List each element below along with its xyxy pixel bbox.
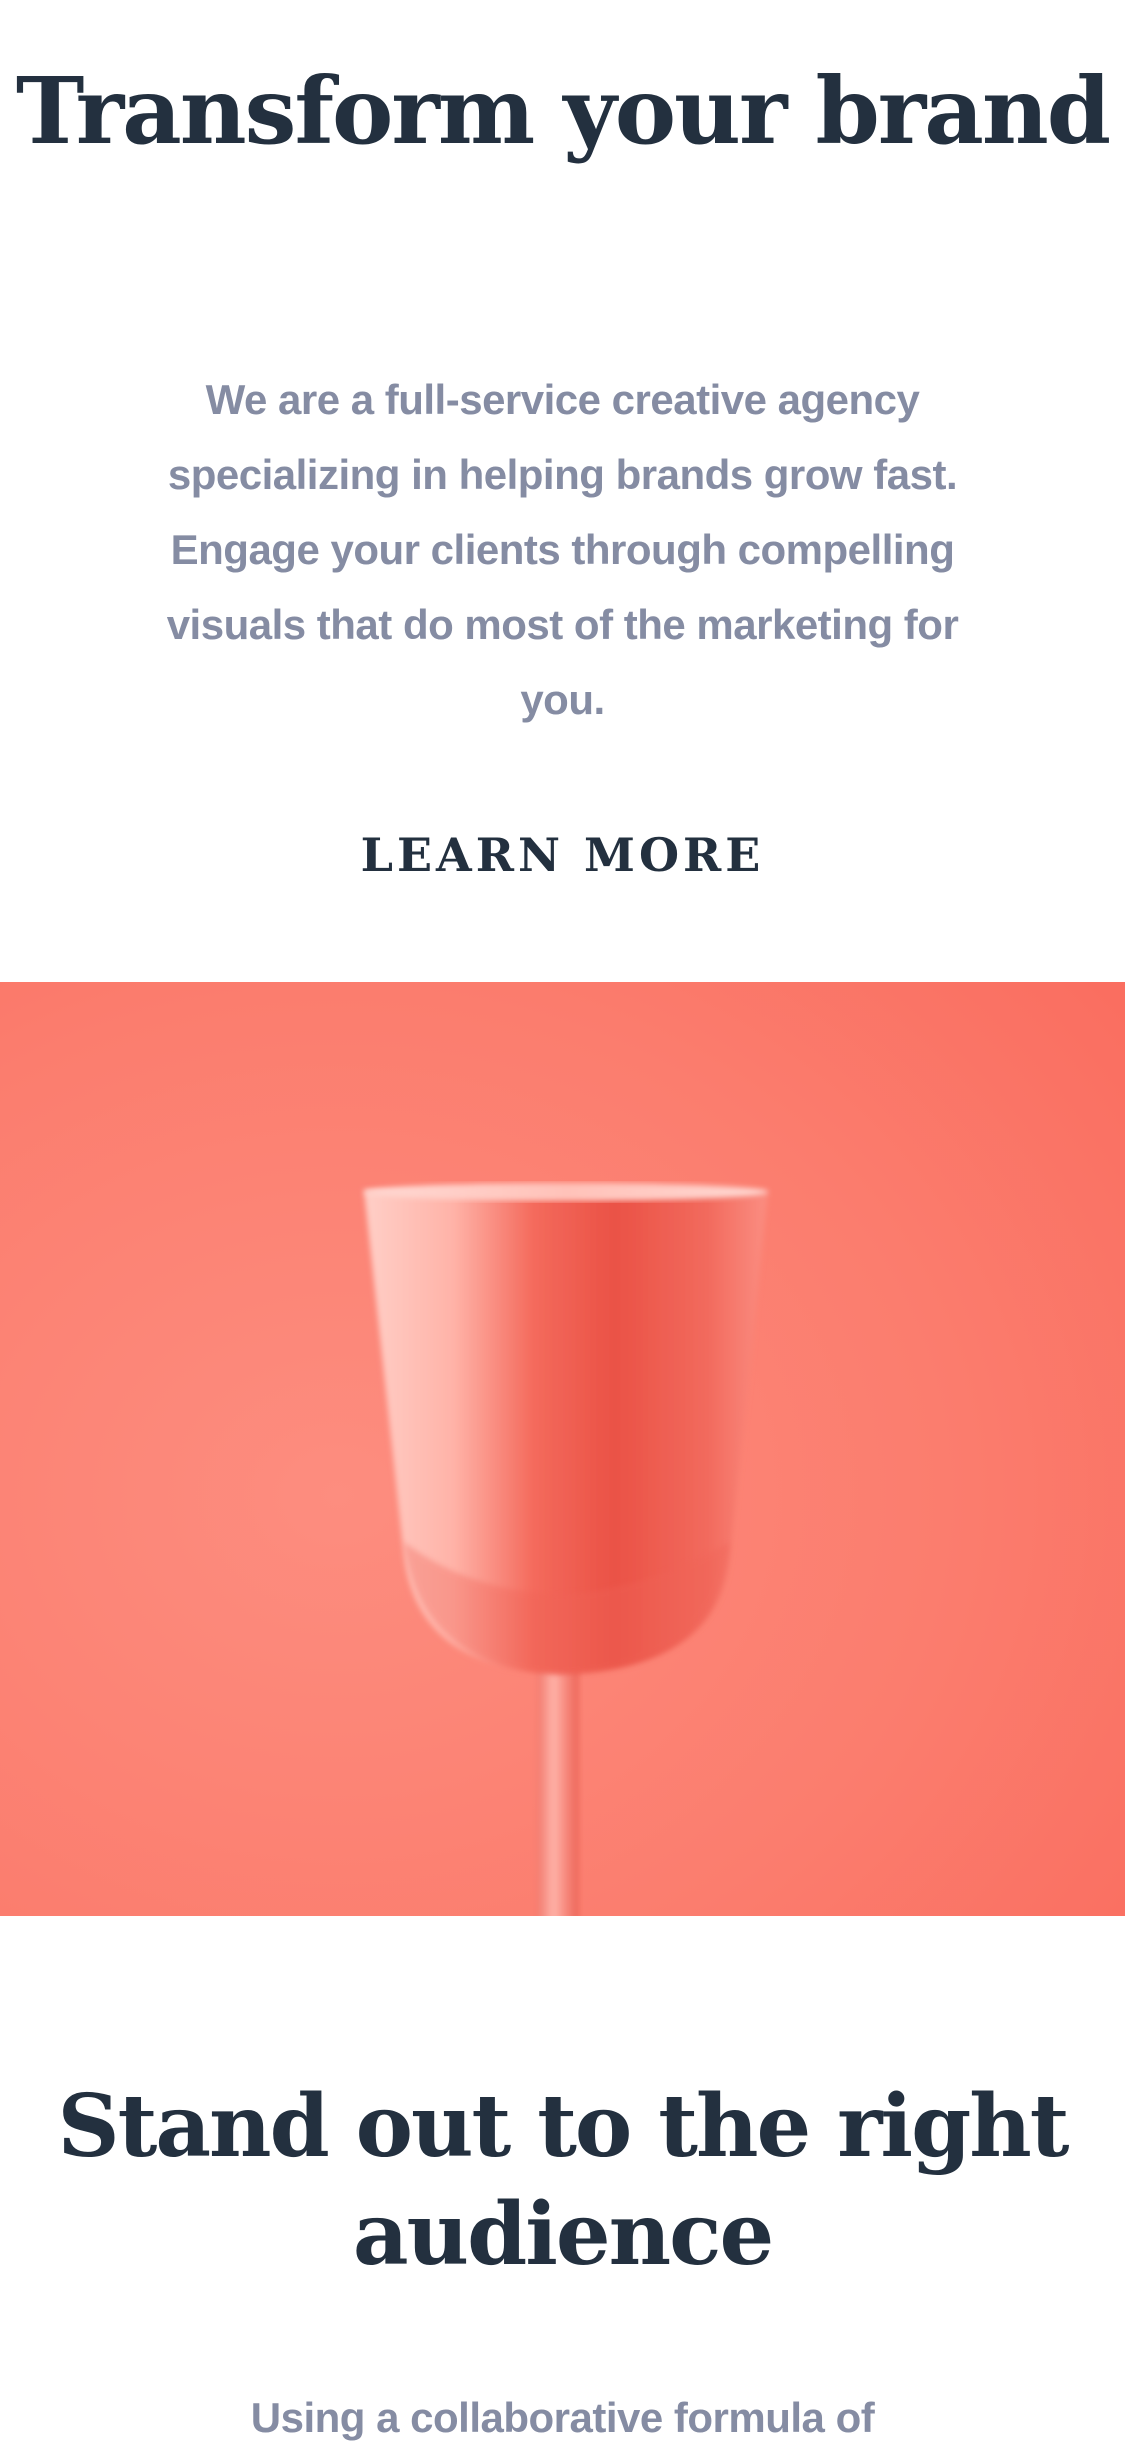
hero-description: We are a full-service creative agency sp… [166, 376, 959, 723]
hero-title: Transform your brand [15, 57, 1111, 165]
section-two-description: Using a collaborative formula of [250, 2394, 875, 2441]
glass-illustration [0, 982, 1125, 1916]
learn-more-link[interactable]: LEARN MORE [0, 828, 1125, 882]
section-two-title: Stand out to the right audience [57, 2076, 1069, 2285]
hero-image [0, 982, 1125, 1916]
